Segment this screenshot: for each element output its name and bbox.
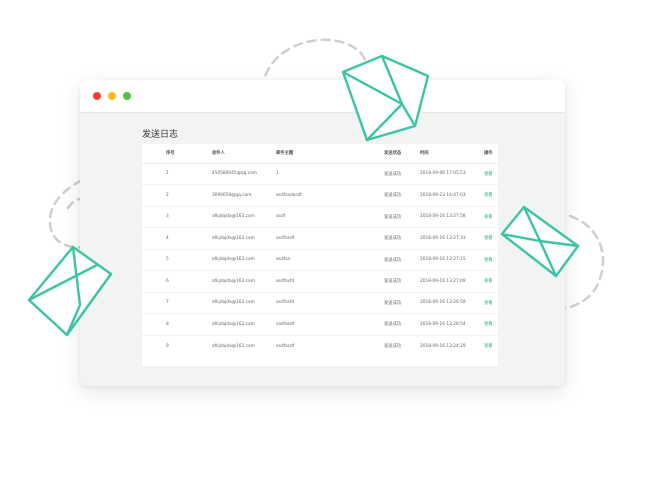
time-cell: 2018-09-16 13:27:33: [420, 227, 484, 250]
status-cell: 发送成功: [384, 270, 420, 293]
subject-cell: asdfasdf: [276, 227, 384, 250]
recipient-cell: afkjdajda@163.com: [212, 292, 276, 314]
table-row: 9 afkjdajda@163.com asdfasdf 发送成功 2018-09-16…: [142, 335, 498, 357]
table-row: 4 afkjdajda@163.com asdfasdf 发送成功 2018-09-16…: [142, 227, 498, 250]
view-link[interactable]: 查看: [484, 270, 498, 293]
time-cell: 2018-09-16 13:27:15: [420, 249, 484, 271]
recipient-cell: afkjdajda@163.com: [212, 313, 276, 336]
row-number: 1: [166, 163, 212, 185]
view-link[interactable]: 查看: [484, 184, 498, 207]
send-log-table-card: 序号 收件人 邮件主题 发送状态 时间 操作 1 450580045@qq.com…: [142, 144, 498, 366]
table-row: 2 3096059@qq.com asdfasdasdf 发送成功 2018-09-23…: [142, 184, 498, 207]
column-header-no: 序号: [166, 144, 212, 164]
time-cell: 2018-09-16 13:26:54: [420, 313, 484, 336]
view-link[interactable]: 查看: [484, 313, 498, 336]
status-cell: 发送成功: [384, 163, 420, 185]
recipient-cell: afkjdajda@163.com: [212, 270, 276, 293]
table-row: 5 afkjdajda@163.com asdfsa 发送成功 2018-09-16 1…: [142, 249, 498, 271]
subject-cell: asdf: [276, 206, 384, 228]
status-cell: 发送成功: [384, 313, 420, 336]
column-header-status: 发送状态: [384, 144, 420, 164]
subject-cell: asdfasdasdf: [276, 184, 384, 207]
time-cell: 2018-09-16 13:26:59: [420, 292, 484, 314]
row-number: 6: [166, 270, 212, 293]
subject-cell: asdfsa: [276, 249, 384, 271]
close-window-button[interactable]: [93, 92, 101, 100]
minimize-window-button[interactable]: [108, 92, 116, 100]
column-header-recipient: 收件人: [212, 144, 276, 164]
status-cell: 发送成功: [384, 249, 420, 271]
view-link[interactable]: 查看: [484, 249, 498, 271]
browser-window: 发送日志 序号 收件人 邮件主题 发送状态 时间 操作 1 450580045@q…: [80, 80, 565, 386]
table-row: 8 afkjdajda@163.com sadfasdf 发送成功 2018-09-16…: [142, 313, 498, 336]
time-cell: 2018-09-23 14:47:03: [420, 184, 484, 207]
table-row: 3 afkjdajda@163.com asdf 发送成功 2018-09-16 13:…: [142, 206, 498, 228]
view-link[interactable]: 查看: [484, 206, 498, 228]
table-row: 6 afkjdajda@163.com asdfasfd 发送成功 2018-09-16…: [142, 270, 498, 293]
table-row: 1 450580045@qq.com 1 发送成功 2018-09-06 17:05:5…: [142, 163, 498, 185]
maximize-window-button[interactable]: [123, 92, 131, 100]
time-cell: 2018-09-16 13:24:29: [420, 343, 466, 349]
row-number: 9: [166, 343, 169, 349]
status-cell: 发送成功: [384, 184, 420, 207]
table-header-row: 序号 收件人 邮件主题 发送状态 时间 操作: [142, 144, 498, 164]
subject-cell: 1: [276, 163, 384, 185]
recipient-cell: 450580045@qq.com: [212, 163, 276, 185]
subject-cell: asdfasdf: [276, 343, 295, 349]
column-header-time: 时间: [420, 144, 484, 164]
view-link[interactable]: 查看: [484, 227, 498, 250]
time-cell: 2018-09-16 13:27:58: [420, 206, 484, 228]
row-number: 5: [166, 249, 212, 271]
column-header-subject: 邮件主题: [276, 144, 384, 164]
table-body: 1 450580045@qq.com 1 发送成功 2018-09-06 17:05:5…: [142, 163, 498, 357]
status-cell: 发送成功: [384, 344, 402, 349]
recipient-cell: 3096059@qq.com: [212, 184, 276, 207]
table-row: 7 afkjdajda@163.com asdfasfd 发送成功 2018-09-16…: [142, 292, 498, 314]
window-titlebar: [80, 80, 565, 113]
view-link[interactable]: 查看: [484, 335, 498, 357]
row-number: 3: [166, 206, 212, 228]
page-title: 发送日志: [142, 130, 179, 140]
column-header-action: 操作: [484, 144, 498, 164]
view-link[interactable]: 查看: [484, 292, 498, 314]
status-cell: 发送成功: [384, 292, 420, 314]
row-number: 4: [166, 227, 212, 250]
view-link[interactable]: 查看: [484, 163, 498, 185]
recipient-cell: afkjdajda@163.com: [212, 206, 276, 228]
status-cell: 发送成功: [384, 227, 420, 250]
row-number: 2: [166, 184, 212, 207]
status-cell: 发送成功: [384, 206, 420, 228]
send-log-table: 序号 收件人 邮件主题 发送状态 时间 操作 1 450580045@qq.com…: [142, 144, 498, 357]
row-number: 8: [166, 313, 212, 336]
recipient-cell: afkjdajda@163.com: [212, 249, 276, 271]
subject-cell: sadfasdf: [276, 313, 384, 336]
recipient-cell: afkjdajda@163.com: [212, 227, 276, 250]
time-cell: 2018-09-06 17:05:53: [420, 163, 484, 185]
recipient-cell: afkjdajda@163.com: [212, 343, 255, 349]
subject-cell: asdfasfd: [276, 270, 384, 293]
time-cell: 2018-09-16 13:27:09: [420, 270, 484, 293]
subject-cell: asdfasfd: [276, 292, 384, 314]
row-number: 7: [166, 292, 212, 314]
